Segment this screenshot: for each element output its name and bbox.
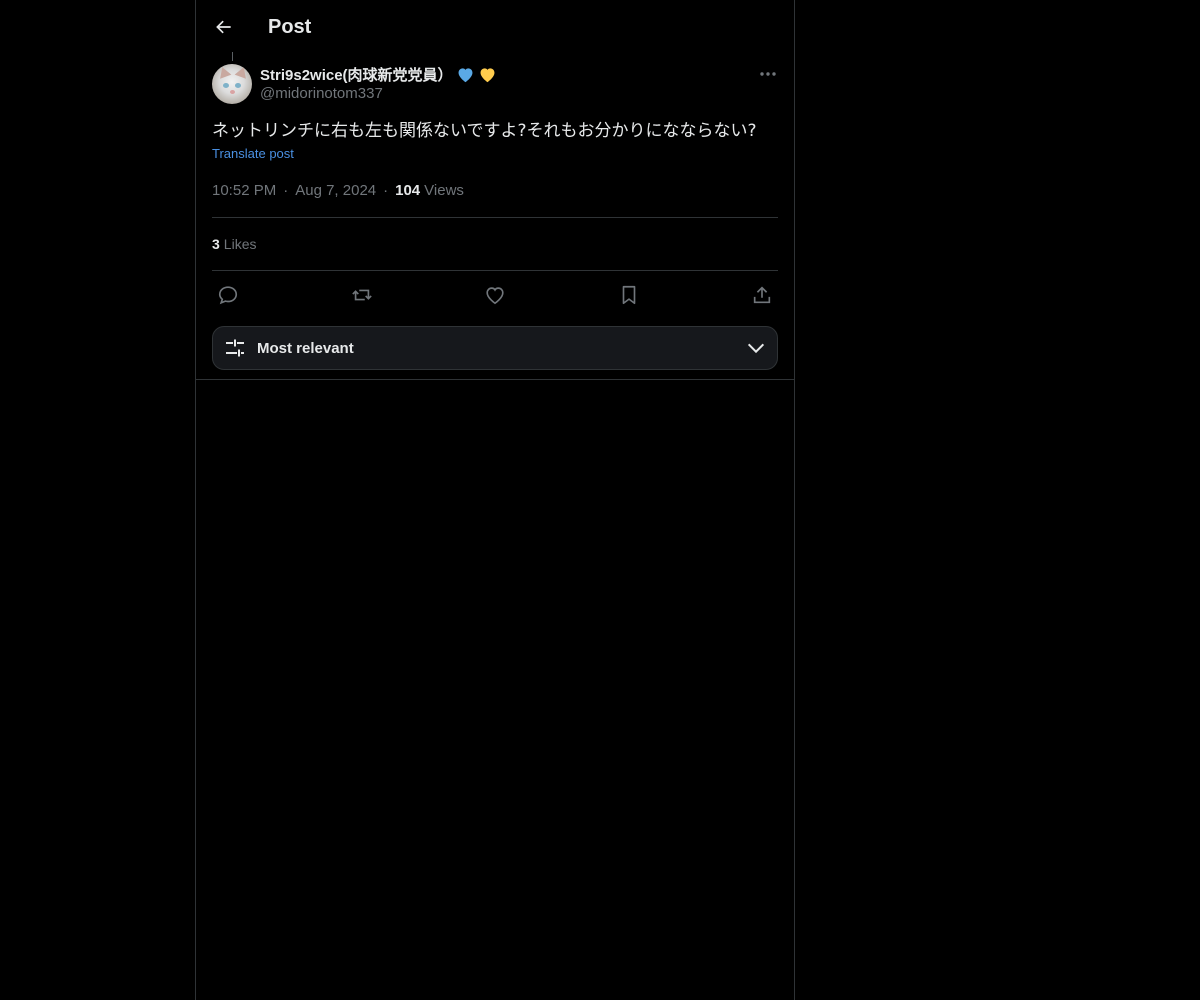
views-count: 104 [395, 181, 421, 199]
likes-row[interactable]: 3 Likes [212, 218, 778, 271]
post: Stri9s2wice(肉球新党党員） @midorinotom337 ネットリ… [196, 64, 794, 370]
back-arrow-icon [216, 20, 231, 34]
chevron-down-icon [747, 343, 765, 354]
blue-heart-icon [456, 66, 475, 83]
likes-count: 3 [212, 236, 220, 252]
sliders-icon [226, 339, 244, 357]
repost-icon [351, 289, 372, 300]
author-names: Stri9s2wice(肉球新党党員） @midorinotom337 [260, 64, 497, 102]
meta-separator: · [283, 181, 289, 199]
post-date[interactable]: Aug 7, 2024 [295, 182, 376, 199]
yellow-heart-icon [478, 66, 497, 83]
more-button[interactable] [752, 62, 784, 86]
section-divider [196, 379, 794, 380]
display-name-row: Stri9s2wice(肉球新党党員） [260, 64, 497, 84]
share-icon [753, 285, 771, 303]
bookmark-icon [622, 285, 635, 304]
reply-button[interactable] [214, 281, 242, 309]
repost-button[interactable] [348, 281, 376, 309]
avatar[interactable] [212, 64, 252, 104]
reply-sort-dropdown[interactable]: Most relevant [212, 326, 778, 370]
sort-label: Most relevant [257, 339, 354, 357]
more-icon [760, 72, 776, 76]
meta-separator: · [383, 181, 389, 199]
like-icon [486, 286, 504, 304]
likes-label: Likes [223, 236, 257, 252]
thread-line [232, 52, 233, 61]
primary-column: Post Stri9s2wice(肉球新党党員） @midorinotom337… [195, 0, 795, 1000]
like-button[interactable] [481, 281, 509, 309]
page-title: Post [268, 15, 312, 38]
bookmark-button[interactable] [615, 281, 643, 309]
author-row: Stri9s2wice(肉球新党党員） @midorinotom337 [212, 64, 778, 104]
views-label: Views [424, 181, 464, 199]
post-time[interactable]: 10:52 PM [212, 182, 276, 199]
translate-post-link[interactable]: Translate post [212, 146, 294, 161]
page-header: Post [196, 0, 794, 54]
action-bar [212, 271, 778, 318]
reply-icon [218, 285, 238, 304]
handle[interactable]: @midorinotom337 [260, 85, 497, 102]
display-name[interactable]: Stri9s2wice(肉球新党党員） [260, 64, 453, 85]
back-button[interactable] [206, 9, 242, 45]
post-text: ネットリンチに右も左も関係ないですよ?それもお分かりになならない? [212, 121, 757, 141]
post-meta: 10:52 PM · Aug 7, 2024 · 104 Views [212, 179, 778, 218]
share-button[interactable] [748, 281, 776, 309]
